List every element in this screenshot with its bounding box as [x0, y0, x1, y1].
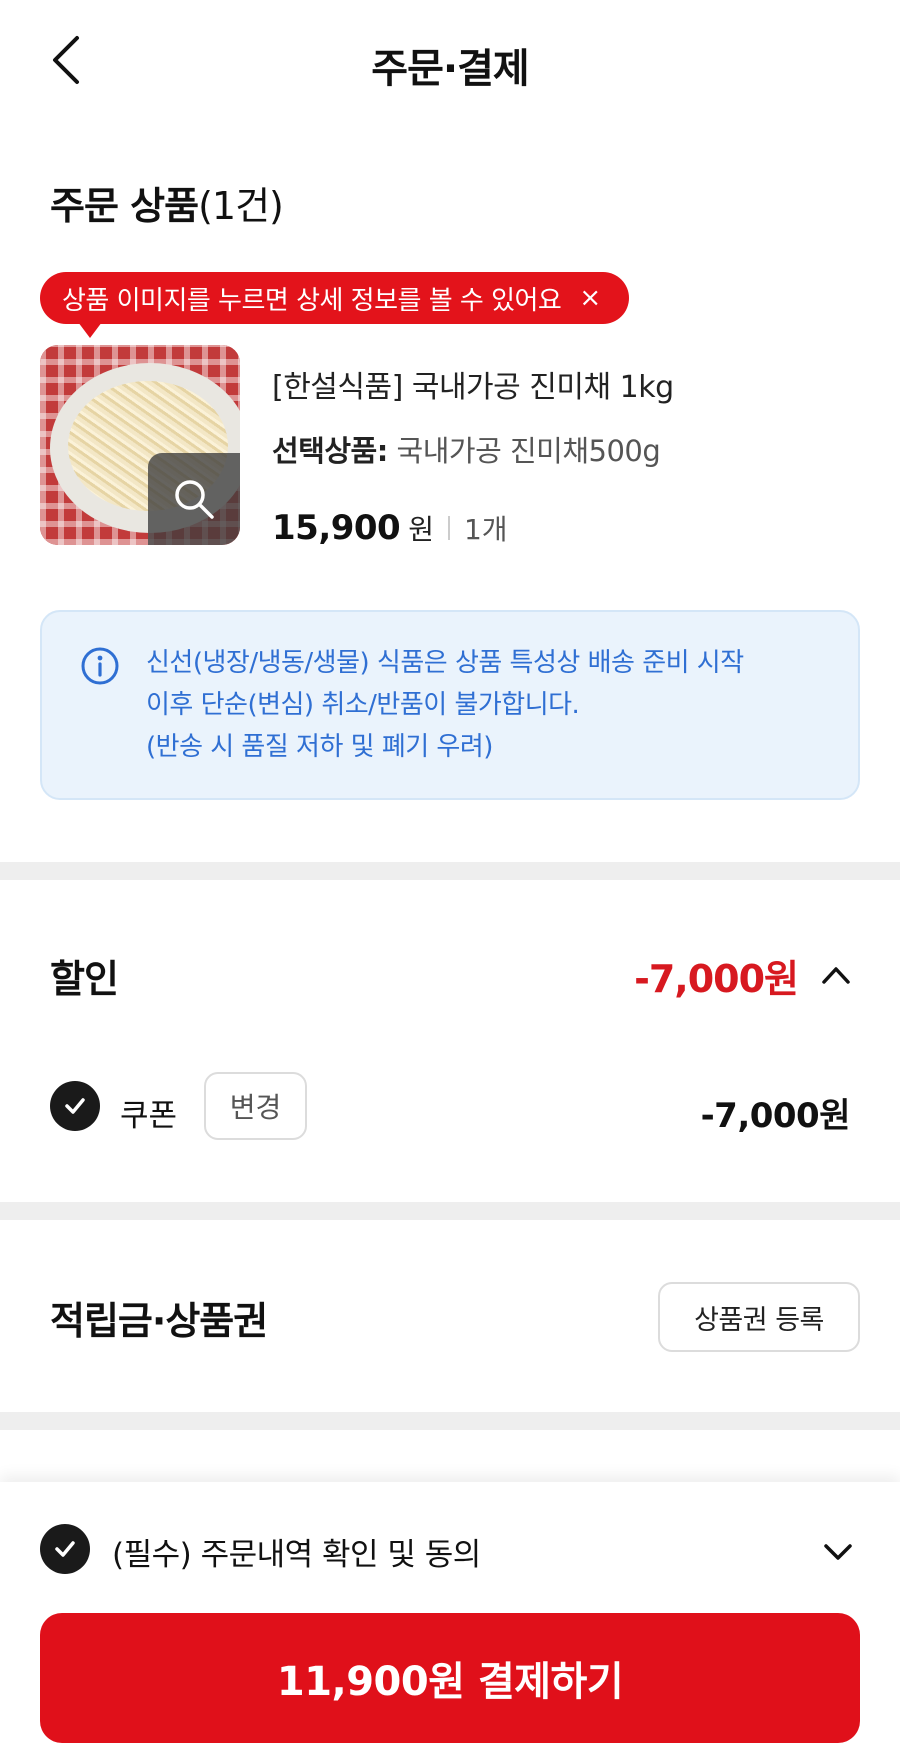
chevron-up-icon[interactable]	[816, 955, 856, 995]
product-thumbnail[interactable]	[40, 345, 240, 545]
order-products-title: 주문 상품(1건)	[50, 175, 284, 230]
close-icon[interactable]: ×	[579, 283, 601, 313]
tooltip-text: 상품 이미지를 누르면 상세 정보를 볼 수 있어요	[62, 285, 562, 316]
notice-line: 신선(냉장/냉동/생물) 식품은 상품 특성상 배송 준비 시작	[146, 648, 744, 678]
image-hint-tooltip[interactable]: 상품 이미지를 누르면 상세 정보를 볼 수 있어요 ×	[40, 272, 629, 338]
magnifier-icon	[175, 480, 214, 519]
info-icon	[81, 647, 119, 685]
zoom-button[interactable]	[148, 453, 240, 545]
voucher-register-button[interactable]: 상품권 등록	[658, 1282, 860, 1352]
agree-check[interactable]	[40, 1524, 90, 1574]
section-divider	[0, 1202, 900, 1220]
option-label: 선택상품:	[272, 434, 388, 468]
product-price: 15,900	[272, 508, 401, 548]
divider	[447, 516, 450, 540]
chevron-down-icon[interactable]	[816, 1530, 860, 1574]
option-value: 국내가공 진미채500g	[396, 434, 661, 468]
discount-total: -7,000원	[634, 957, 799, 1001]
notice-line: (반송 시 품질 저하 및 폐기 우려)	[146, 732, 493, 762]
header: 주문·결제	[0, 0, 900, 124]
product-name[interactable]: [한설식품] 국내가공 진미채 1kg	[272, 362, 674, 406]
check-icon	[55, 1541, 75, 1557]
discount-title: 할인	[50, 957, 119, 1001]
product-quantity: 1개	[463, 513, 508, 546]
coupon-label: 쿠폰	[120, 1098, 178, 1134]
agree-label[interactable]: (필수) 주문내역 확인 및 동의	[112, 1529, 481, 1574]
pay-button[interactable]: 11,900원 결제하기	[40, 1613, 860, 1743]
coupon-check[interactable]	[50, 1081, 100, 1131]
section-divider	[0, 1412, 900, 1430]
product-option: 선택상품: 국내가공 진미채500g	[272, 428, 661, 470]
fresh-food-notice: 신선(냉장/냉동/생물) 식품은 상품 특성상 배송 준비 시작 이후 단순(변…	[40, 610, 860, 800]
page-title: 주문·결제	[371, 46, 529, 92]
order-products-label: 주문 상품	[50, 184, 199, 228]
order-products-count: (1건)	[198, 184, 284, 228]
points-title: 적립금·상품권	[50, 1299, 268, 1343]
notice-line: 이후 단순(변심) 취소/반품이 불가합니다.	[146, 690, 580, 720]
section-divider	[0, 862, 900, 880]
price-unit: 원	[408, 513, 434, 546]
coupon-change-button[interactable]: 변경	[204, 1072, 307, 1140]
notice-text: 신선(냉장/냉동/생물) 식품은 상품 특성상 배송 준비 시작 이후 단순(변…	[146, 642, 744, 768]
check-icon	[65, 1098, 85, 1114]
coupon-amount: -7,000원	[700, 1096, 851, 1136]
product-price-row: 15,900 원 1개	[272, 508, 508, 548]
